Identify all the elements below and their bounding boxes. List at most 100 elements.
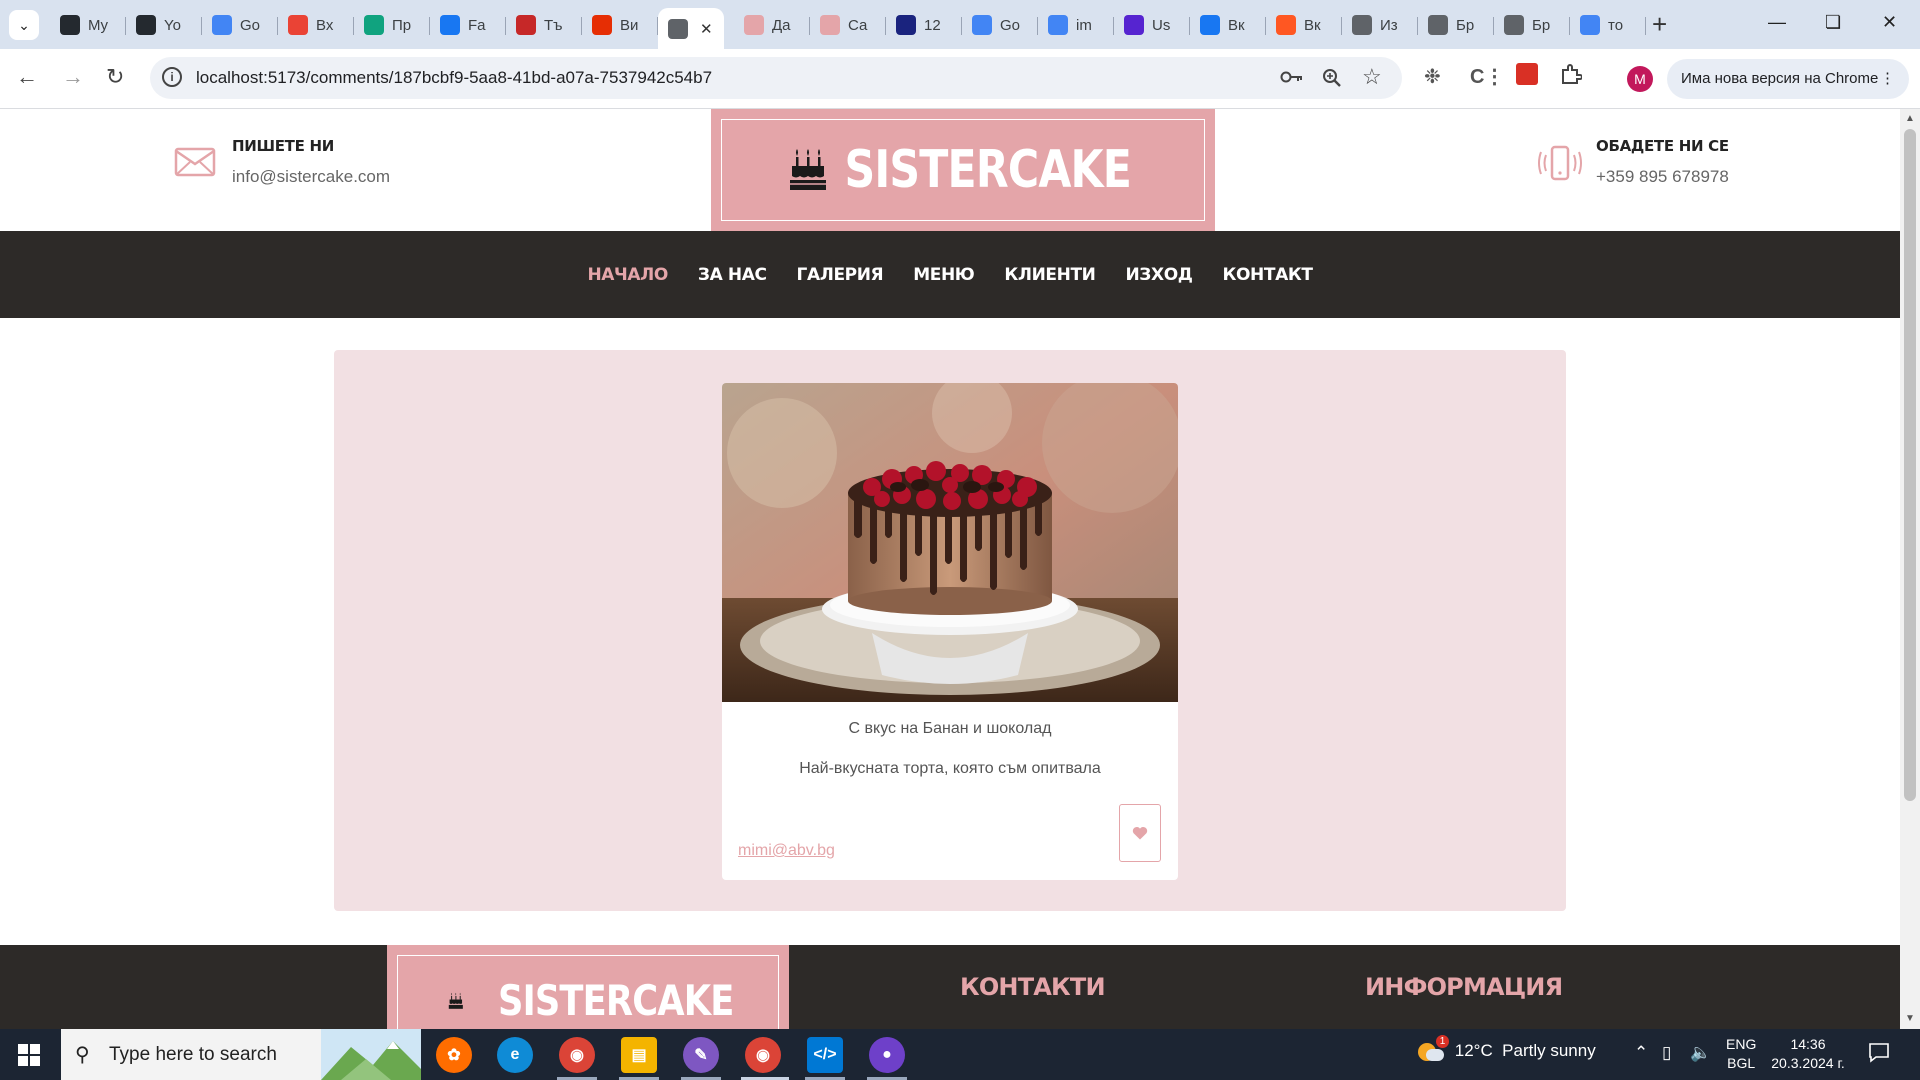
facebook-icon (440, 15, 460, 35)
browser-tab-title: Са (848, 16, 868, 34)
password-key-icon[interactable] (1280, 68, 1304, 91)
site-logo[interactable]: SISTERCAKE (711, 109, 1215, 231)
browser-tab[interactable]: Вк (1190, 8, 1266, 42)
nav-contact[interactable]: КОНТАКТ (1223, 265, 1313, 285)
comment-text: Най-вкусната торта, която съм опитвала (799, 760, 1101, 777)
new-tab-plus-icon[interactable]: + (1652, 10, 1667, 38)
extension-red-icon[interactable] (1516, 63, 1538, 91)
zoom-icon[interactable] (1322, 68, 1342, 93)
browser-tab[interactable]: Да (734, 8, 810, 42)
extensions-puzzle-icon[interactable] (1560, 63, 1583, 91)
close-tab-icon[interactable]: ✕ (700, 20, 713, 38)
github-icon (60, 15, 80, 35)
browser-tab-title: Из (1380, 16, 1398, 34)
browser-tab[interactable]: Yo (126, 8, 202, 42)
browser-tab[interactable]: Пр (354, 8, 430, 42)
bookmark-star-icon[interactable]: ☆ (1362, 64, 1382, 90)
download-icon (1352, 15, 1372, 35)
language-indicator[interactable]: ENG BGL (1726, 1035, 1756, 1073)
minimize-icon[interactable]: — (1768, 12, 1786, 33)
browser-tab-title: Тъ (544, 16, 563, 34)
back-arrow-icon[interactable]: ← (16, 64, 38, 90)
extension-bug-icon[interactable]: ❉ (1424, 64, 1441, 89)
page-scrollbar[interactable]: ▲ ▼ (1900, 109, 1920, 1029)
email-contact: ПИШЕТЕ НИ info@sistercake.com (174, 137, 390, 187)
forward-arrow-icon[interactable]: → (62, 64, 84, 90)
browser-tab[interactable]: Ви (582, 8, 658, 42)
clock[interactable]: 14:36 20.3.2024 г. (1770, 1035, 1846, 1073)
device-icon[interactable]: ▯ (1662, 1043, 1671, 1063)
browser-tab[interactable]: Бр (1418, 8, 1494, 42)
browser-tab[interactable]: Вк (1266, 8, 1342, 42)
scroll-up-arrow-icon[interactable]: ▲ (1905, 113, 1915, 124)
show-hidden-icons-chevron-icon[interactable]: ⌃ (1634, 1043, 1648, 1063)
footer-logo[interactable]: SISTERCAKE (387, 945, 789, 1029)
nav-logout[interactable]: ИЗХОД (1125, 265, 1192, 285)
chrome-update-button[interactable]: Има нова версия на Chrome ⋮ (1667, 59, 1909, 99)
browser-tab-title: Бр (1456, 16, 1475, 34)
browser-tab[interactable]: Fa (430, 8, 506, 42)
browser-tab-title: Да (772, 16, 791, 34)
chrome-icon[interactable]: ◉ (559, 1037, 595, 1073)
browser-tab[interactable]: 12 (886, 8, 962, 42)
scrollbar-thumb[interactable] (1904, 129, 1916, 801)
notifications-icon[interactable] (1868, 1041, 1890, 1068)
chrome-profile-icon[interactable]: ◉ (745, 1037, 781, 1073)
stripes-icon (516, 15, 536, 35)
browser-tab[interactable]: Са (810, 8, 886, 42)
file-explorer-icon[interactable]: ▤ (621, 1037, 657, 1073)
paint-icon[interactable]: ✎ (683, 1037, 719, 1073)
scroll-down-arrow-icon[interactable]: ▼ (1905, 1013, 1915, 1024)
comment-card: С вкус на Банан и шоколад Най-вкусната т… (722, 383, 1178, 880)
language-top: ENG (1726, 1036, 1757, 1052)
more-menu-icon[interactable]: ⋮ (1880, 59, 1895, 99)
browser-tab[interactable]: Тъ (506, 8, 582, 42)
tab-search-chevron-icon[interactable]: ⌄ (9, 10, 39, 40)
cake-image (722, 383, 1178, 702)
google-translate-icon (972, 15, 992, 35)
browser-tab[interactable]: Go (962, 8, 1038, 42)
email-value[interactable]: info@sistercake.com (232, 167, 390, 187)
volume-icon[interactable]: 🔈 (1690, 1043, 1711, 1063)
bag-icon (744, 15, 764, 35)
windows-start-icon[interactable] (18, 1044, 40, 1066)
edge-icon[interactable]: e (497, 1037, 533, 1073)
browser-tab-title: Ви (620, 16, 639, 34)
address-bar[interactable]: i localhost:5173/comments/187bcbf9-5aa8-… (150, 57, 1402, 99)
like-button[interactable] (1119, 804, 1161, 862)
github-desktop-icon[interactable]: ● (869, 1037, 905, 1073)
nav-about[interactable]: ЗА НАС (698, 265, 767, 285)
comment-author-link[interactable]: mimi@abv.bg (738, 842, 835, 860)
restore-icon[interactable]: ❏ (1825, 12, 1841, 33)
browser-tab[interactable]: im (1038, 8, 1114, 42)
phone-value[interactable]: +359 895 678978 (1596, 167, 1729, 187)
weather-text: 12°C Partly sunny (1454, 1041, 1596, 1060)
weather-widget[interactable]: 1 12°C Partly sunny (1418, 1035, 1596, 1068)
vscode-icon[interactable]: </> (807, 1037, 843, 1073)
bag-icon (820, 15, 840, 35)
main-nav: НАЧАЛО ЗА НАС ГАЛЕРИЯ МЕНЮ КЛИЕНТИ ИЗХОД… (0, 231, 1900, 318)
browser-tab[interactable]: My (50, 8, 126, 42)
profile-avatar[interactable]: M (1627, 66, 1653, 92)
nav-clients[interactable]: КЛИЕНТИ (1004, 265, 1096, 285)
browser-tab[interactable]: Go (202, 8, 278, 42)
dev-icon (896, 15, 916, 35)
nav-home[interactable]: НАЧАЛО (587, 265, 668, 285)
browser-tab[interactable]: то (1570, 8, 1646, 42)
heart-icon (1132, 826, 1148, 840)
firefox-icon[interactable]: ✿ (436, 1037, 472, 1073)
gmail-icon (288, 15, 308, 35)
browser-tab[interactable]: Из (1342, 8, 1418, 42)
browser-tab[interactable]: Us (1114, 8, 1190, 42)
site-info-icon[interactable]: i (162, 67, 182, 87)
nav-menu[interactable]: МЕНЮ (913, 265, 975, 285)
taskbar-search-box[interactable]: ⚲ Type here to search (61, 1029, 421, 1080)
extension-c-icon[interactable]: C⋮ (1470, 64, 1504, 89)
browser-tab[interactable]: ✕ (658, 8, 724, 49)
close-window-icon[interactable]: ✕ (1882, 12, 1897, 33)
address-url[interactable]: localhost:5173/comments/187bcbf9-5aa8-41… (196, 68, 712, 88)
browser-tab[interactable]: Вх (278, 8, 354, 42)
browser-tab[interactable]: Бр (1494, 8, 1570, 42)
reload-icon[interactable]: ↻ (106, 64, 124, 90)
nav-gallery[interactable]: ГАЛЕРИЯ (797, 265, 884, 285)
